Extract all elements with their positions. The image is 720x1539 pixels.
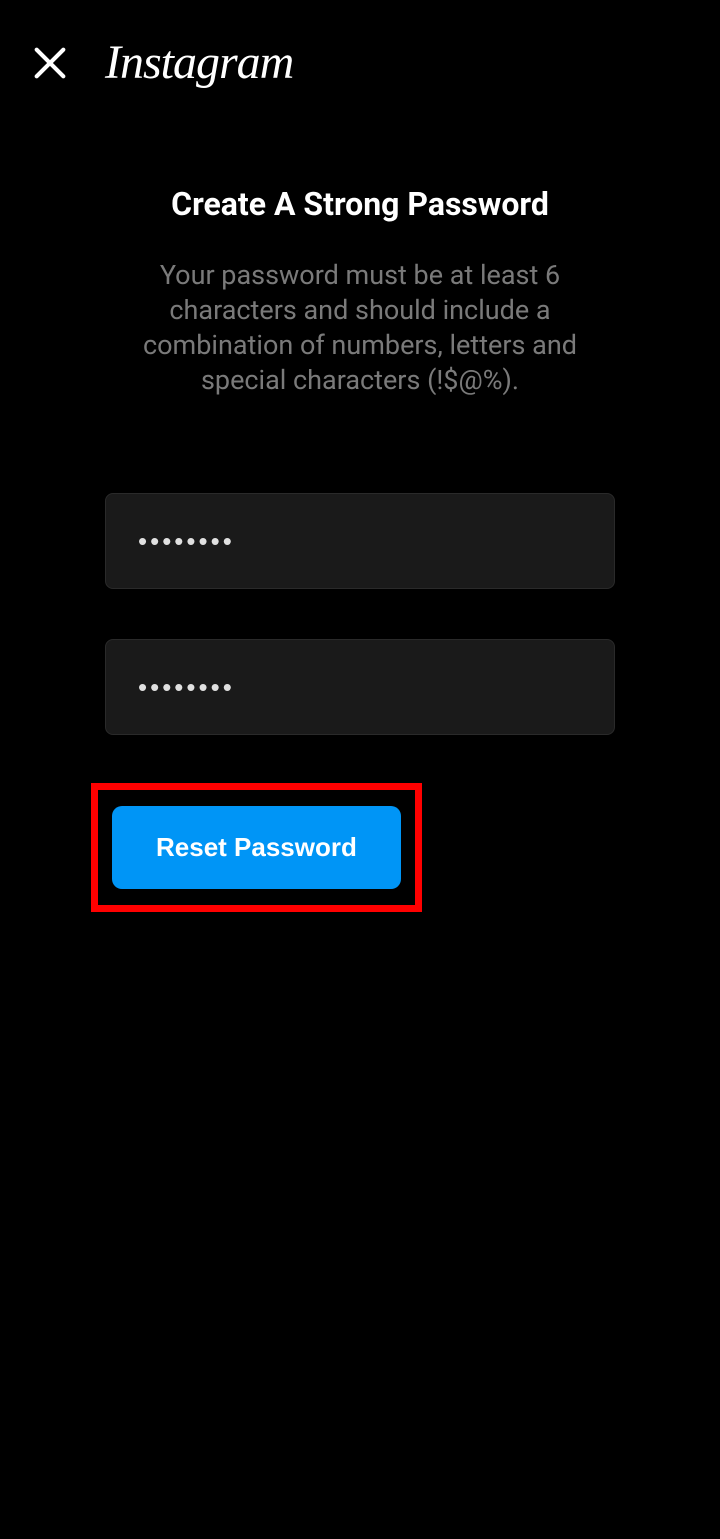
header: Instagram [0, 0, 720, 125]
form-container: Reset Password [0, 398, 720, 912]
content: Create A Strong Password Your password m… [0, 125, 720, 398]
highlight-annotation: Reset Password [91, 783, 422, 912]
page-subtitle: Your password must be at least 6 charact… [105, 258, 615, 398]
logo: Instagram [105, 35, 293, 90]
page-title: Create A Strong Password [105, 185, 615, 223]
close-icon[interactable] [30, 43, 70, 83]
password-input[interactable] [105, 493, 615, 589]
reset-password-button[interactable]: Reset Password [112, 806, 401, 889]
confirm-password-input[interactable] [105, 639, 615, 735]
